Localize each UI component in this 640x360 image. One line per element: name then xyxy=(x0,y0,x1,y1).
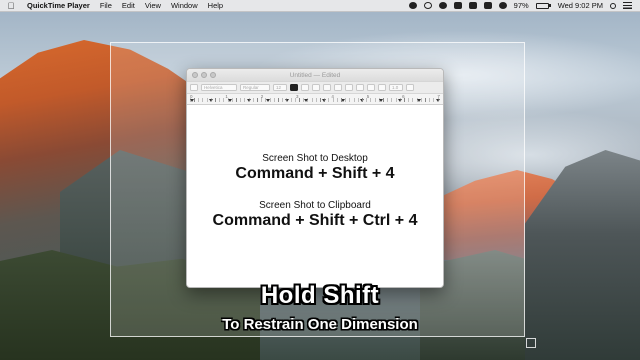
wifi-icon[interactable] xyxy=(483,2,492,9)
paragraph-style-button[interactable] xyxy=(190,84,198,91)
highlight-color-button[interactable] xyxy=(301,84,309,91)
align-left-button[interactable] xyxy=(345,84,353,91)
search-icon[interactable] xyxy=(610,2,616,9)
doc-line-clipboard-label: Screen Shot to Clipboard xyxy=(259,200,371,211)
airplay-icon[interactable] xyxy=(453,2,462,9)
menu-extra-icon[interactable] xyxy=(408,2,417,9)
font-size-select[interactable]: 12 xyxy=(273,84,287,91)
bold-button[interactable] xyxy=(312,84,320,91)
doc-line-desktop-label: Screen Shot to Desktop xyxy=(262,153,368,164)
volume-icon[interactable] xyxy=(468,2,477,9)
doc-line-desktop-shortcut: Command + Shift + 4 xyxy=(235,165,395,182)
menu-view[interactable]: View xyxy=(140,1,166,10)
underline-button[interactable] xyxy=(334,84,342,91)
window-title: Untitled — Edited xyxy=(289,71,341,79)
line-spacing-select[interactable]: 1.0 xyxy=(389,84,403,91)
font-family-select[interactable]: Helvetica xyxy=(201,84,237,91)
bluetooth-icon[interactable] xyxy=(498,2,507,9)
creative-cloud-icon[interactable] xyxy=(438,2,447,9)
caption-subtitle: To Restrain One Dimension xyxy=(222,316,418,333)
italic-button[interactable] xyxy=(323,84,331,91)
clock[interactable]: Wed 9:02 PM xyxy=(558,1,603,10)
align-center-button[interactable] xyxy=(356,84,364,91)
battery-icon[interactable] xyxy=(535,2,551,9)
textedit-window[interactable]: Untitled — Edited Helvetica Regular 12 1… xyxy=(186,68,444,288)
doc-line-clipboard-shortcut: Command + Shift + Ctrl + 4 xyxy=(212,212,418,229)
battery-percent[interactable]: 97% xyxy=(514,1,529,10)
ruler[interactable]: 0 1 2 3 4 5 6 7 xyxy=(187,93,443,105)
menu-window[interactable]: Window xyxy=(166,1,203,10)
menu-file[interactable]: File xyxy=(95,1,117,10)
screen-record-icon[interactable] xyxy=(423,2,432,9)
notification-center-icon[interactable] xyxy=(623,2,632,9)
apple-logo-icon[interactable]:  xyxy=(0,1,22,11)
list-button[interactable] xyxy=(406,84,414,91)
window-titlebar[interactable]: Untitled — Edited xyxy=(187,69,443,81)
caption-title: Hold Shift xyxy=(260,282,380,309)
ruler-ticks xyxy=(190,98,440,102)
menu-bar:  QuickTime Player File Edit View Window… xyxy=(0,0,640,12)
format-toolbar: Helvetica Regular 12 1.0 xyxy=(187,81,443,93)
menu-app-name[interactable]: QuickTime Player xyxy=(22,1,95,10)
document-body[interactable]: Screen Shot to Desktop Command + Shift +… xyxy=(187,107,443,287)
status-area: 97% Wed 9:02 PM xyxy=(408,1,640,10)
text-color-button[interactable] xyxy=(290,84,298,91)
align-right-button[interactable] xyxy=(367,84,375,91)
justify-button[interactable] xyxy=(378,84,386,91)
menu-edit[interactable]: Edit xyxy=(117,1,140,10)
menu-help[interactable]: Help xyxy=(203,1,228,10)
selection-corner-handle[interactable] xyxy=(526,338,536,348)
font-style-select[interactable]: Regular xyxy=(240,84,270,91)
